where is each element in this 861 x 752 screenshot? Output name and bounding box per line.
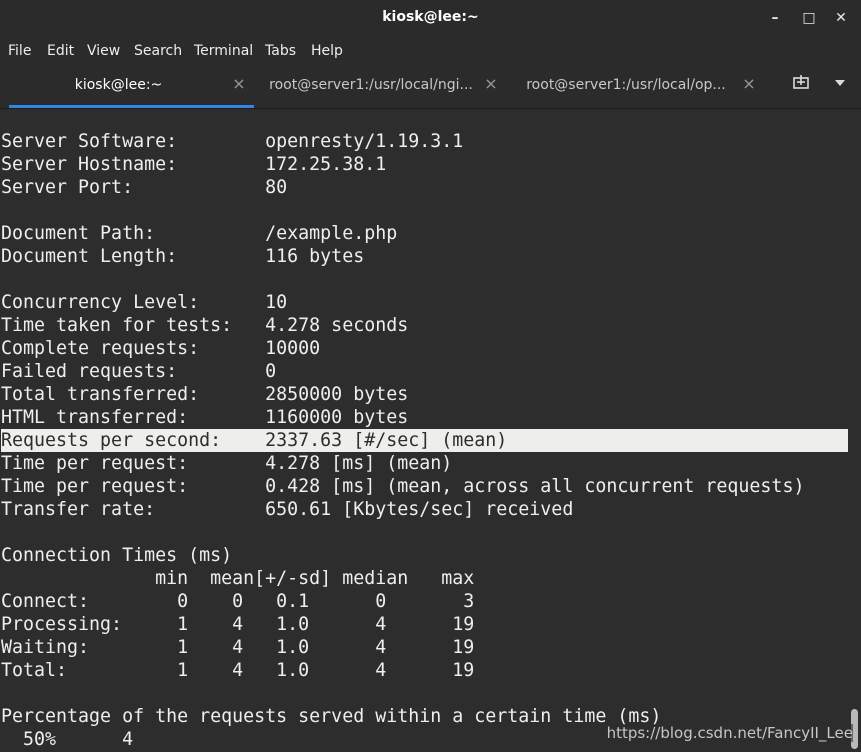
terminal-line: min mean[+/-sd] median max [1, 568, 475, 589]
menu-bar: File Edit View Search Terminal Tabs Help [0, 36, 861, 66]
close-tab-icon[interactable]: × [482, 75, 500, 93]
terminal-line: Connection Times (ms) [1, 545, 233, 566]
new-tab-glyph [793, 75, 809, 89]
terminal-line: Server Software: openresty/1.19.3.1 [1, 131, 464, 152]
terminal-line: Waiting: 1 4 1.0 4 19 [1, 637, 475, 658]
terminal-line: Server Hostname: 172.25.38.1 [1, 154, 387, 175]
terminal-line: Transfer rate: 650.61 [Kbytes/sec] recei… [1, 499, 574, 520]
maximize-icon[interactable]: □ [797, 6, 821, 30]
terminal-output: Server Software: openresty/1.19.3.1 Serv… [1, 130, 848, 751]
close-tab-icon[interactable]: × [740, 75, 758, 93]
terminal-line: Time per request: 4.278 [ms] (mean) [1, 453, 453, 474]
menu-file[interactable]: File [8, 42, 31, 60]
terminal-line: Total: 1 4 1.0 4 19 [1, 660, 475, 681]
close-icon[interactable]: ✕ [829, 6, 853, 30]
terminal-line: Processing: 1 4 1.0 4 19 [1, 614, 475, 635]
tab-menu-icon[interactable] [827, 74, 853, 96]
minimize-icon[interactable]: – [763, 6, 787, 30]
tab-kiosk-lee[interactable]: kiosk@lee:~ × [9, 66, 254, 108]
terminal-line: Total transferred: 2850000 bytes [1, 384, 409, 405]
menu-view[interactable]: View [87, 42, 120, 60]
tab-bar: kiosk@lee:~ × root@server1:/usr/local/ng… [0, 66, 861, 109]
terminal-line: Complete requests: 10000 [1, 338, 321, 359]
window-titlebar: kiosk@lee:~ – □ ✕ [0, 0, 861, 36]
terminal-line: Failed requests: 0 [1, 361, 277, 382]
terminal-line: Time taken for tests: 4.278 seconds [1, 315, 409, 336]
new-tab-icon[interactable] [788, 74, 814, 96]
menu-edit[interactable]: Edit [47, 42, 74, 60]
close-tab-icon[interactable]: × [230, 75, 248, 93]
menu-terminal[interactable]: Terminal [194, 42, 253, 60]
tab-label: root@server1:/usr/local/ngi... [269, 77, 473, 93]
terminal-line-highlighted: Requests per second: 2337.63 [#/sec] (me… [1, 429, 848, 452]
tab-server1-op[interactable]: root@server1:/usr/local/op... × [514, 66, 764, 104]
tab-server1-ngi[interactable]: root@server1:/usr/local/ngi... × [262, 66, 506, 104]
tab-label: kiosk@lee:~ [74, 77, 163, 93]
terminal-line: Document Length: 116 bytes [1, 246, 365, 267]
terminal-line: Concurrency Level: 10 [1, 292, 288, 313]
tab-label: root@server1:/usr/local/op... [526, 77, 726, 93]
terminal-line: Server Port: 80 [1, 177, 288, 198]
terminal-line: Connect: 0 0 0.1 0 3 [1, 591, 475, 612]
menu-tabs[interactable]: Tabs [265, 42, 296, 60]
watermark: https://blog.csdn.net/FancyII_Lee [606, 724, 853, 742]
terminal-view[interactable]: Server Software: openresty/1.19.3.1 Serv… [0, 109, 861, 752]
menu-search[interactable]: Search [134, 42, 182, 60]
window-title: kiosk@lee:~ [382, 9, 479, 25]
terminal-line: Document Path: /example.php [1, 223, 398, 244]
terminal-line: HTML transferred: 1160000 bytes [1, 407, 409, 428]
terminal-line: Time per request: 0.428 [ms] (mean, acro… [1, 476, 805, 497]
chevron-down-icon [835, 80, 845, 86]
menu-help[interactable]: Help [311, 42, 343, 60]
